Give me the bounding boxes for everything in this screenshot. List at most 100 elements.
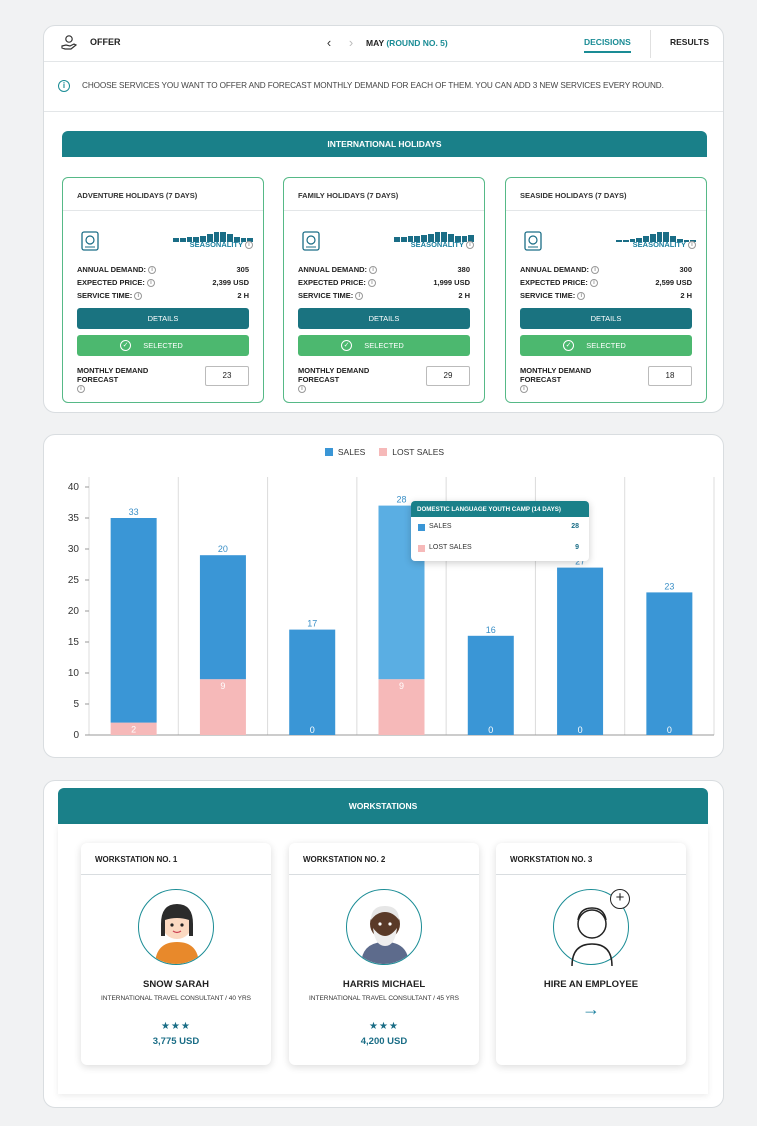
sales-value-label: 23 [664,581,674,591]
lost-sales-value-label: 0 [667,725,672,735]
check-icon: ✓ [563,340,574,351]
info-icon: i [245,241,253,250]
details-button[interactable]: DETAILS [77,308,249,329]
details-button[interactable]: DETAILS [520,308,692,329]
add-employee-icon[interactable]: + [610,889,630,909]
info-icon: i [298,385,306,394]
lost-sales-value-label: 9 [399,681,404,691]
hire-employee-label: HIRE AN EMPLOYEE [543,979,639,990]
workstation-title: WORKSTATION NO. 3 [496,843,686,875]
selected-button[interactable]: ✓ SELECTED [298,335,470,356]
service-card: SEASIDE HOLIDAYS (7 DAYS) SEASONALITY i A… [505,177,707,403]
tab-results[interactable]: RESULTS [670,37,709,47]
employee-rating: ★★★ [161,1021,191,1032]
y-tick-label: 35 [68,513,80,524]
check-icon: ✓ [341,340,352,351]
service-time-row: SERVICE TIME: i 2 H [298,291,470,301]
expected-price-row: EXPECTED PRICE: i 2,399 USD [77,278,249,288]
seasonality-label[interactable]: SEASONALITY i [411,240,474,250]
info-icon: i [146,279,155,288]
workstation-card[interactable]: WORKSTATION NO. 1 SNOW SARAH INTERNATION… [81,843,271,1065]
seasonality-label[interactable]: SEASONALITY i [190,240,253,250]
sales-bar [289,629,336,735]
service-card: ADVENTURE HOLIDAYS (7 DAYS) SEASONALITY i… [62,177,264,403]
y-tick-label: 5 [73,699,79,710]
tooltip-title: DOMESTIC LANGUAGE YOUTH CAMP (14 DAYS) [411,501,589,517]
forecast-input[interactable]: 29 [426,366,470,386]
tooltip-row-lost-sales: LOST SALES 9 [411,539,589,561]
service-title: FAMILY HOLIDAYS (7 DAYS) [284,178,484,211]
offer-panel: OFFER ‹ › MAY (ROUND NO. 5) DECISIONS RE… [43,25,724,413]
sales-value-label: 20 [218,544,228,554]
lost-sales-value-label: 0 [488,725,493,735]
service-time-row: SERVICE TIME: i 2 H [520,291,692,301]
sales-bar-chart: 0510152025303540332209170289160270230 [68,477,715,741]
info-icon: i [520,385,528,394]
selected-button[interactable]: ✓ SELECTED [77,335,249,356]
offer-hand-icon [61,35,78,50]
info-icon: i [577,292,586,301]
sales-bar [110,518,157,723]
tooltip-row-sales: SALES 28 [411,517,589,539]
employee-name: SNOW SARAH [143,979,209,990]
annual-demand-row: ANNUAL DEMAND: i 380 [298,265,470,275]
info-row: i CHOOSE SERVICES YOU WANT TO OFFER AND … [44,62,723,112]
service-card: FAMILY HOLIDAYS (7 DAYS) SEASONALITY i AN… [283,177,485,403]
next-month-chevron-icon[interactable]: › [344,35,358,50]
forecast-label: MONTHLY DEMAND FORECAST i [77,366,149,394]
prev-month-chevron-icon[interactable]: ‹ [322,35,336,50]
passport-icon [81,231,99,251]
sales-bar [199,555,246,680]
employee-rating: ★★★ [369,1021,399,1032]
workstation-card[interactable]: WORKSTATION NO. 2 HARRIS MICHAEL INTERNA… [289,843,479,1065]
passport-icon [524,231,542,251]
info-text: CHOOSE SERVICES YOU WANT TO OFFER AND FO… [82,81,664,90]
offer-header: OFFER ‹ › MAY (ROUND NO. 5) DECISIONS RE… [44,26,723,62]
info-icon: i [77,385,85,394]
info-icon: i [355,292,364,301]
lost-sales-value-label: 0 [310,725,315,735]
employee-salary: 4,200 USD [360,1036,408,1047]
employee-avatar [138,889,214,965]
service-time-row: SERVICE TIME: i 2 H [77,291,249,301]
employee-role: INTERNATIONAL TRAVEL CONSULTANT / 40 YRS [100,995,252,1002]
forecast-input[interactable]: 18 [648,366,692,386]
y-tick-label: 25 [68,575,80,586]
service-title: ADVENTURE HOLIDAYS (7 DAYS) [63,178,263,211]
y-tick-label: 15 [68,637,80,648]
info-icon: i [466,241,474,250]
y-tick-label: 40 [68,482,80,493]
workstations-panel: WORKSTATIONS WORKSTATION NO. 1 SNOW SARA… [43,780,724,1108]
y-tick-label: 30 [68,544,80,555]
tab-decisions[interactable]: DECISIONS [584,37,631,53]
employee-role: INTERNATIONAL TRAVEL CONSULTANT / 45 YRS [308,995,460,1002]
lost-sales-value-label: 0 [578,725,583,735]
sales-value-label: 17 [307,619,317,629]
expected-price-row: EXPECTED PRICE: i 2,599 USD [520,278,692,288]
current-month: MAY (ROUND NO. 5) [366,37,448,48]
sales-bar [646,592,693,735]
selected-button[interactable]: ✓ SELECTED [520,335,692,356]
workstation-card[interactable]: WORKSTATION NO. 3 + HIRE AN EMPLOYEE → [496,843,686,1065]
seasonality-label[interactable]: SEASONALITY i [633,240,696,250]
workstation-title: WORKSTATION NO. 1 [81,843,271,875]
month-nav: ‹ › MAY (ROUND NO. 5) [322,35,448,50]
info-icon: i [58,80,70,92]
chart-tooltip: DOMESTIC LANGUAGE YOUTH CAMP (14 DAYS) S… [411,501,589,561]
forecast-input[interactable]: 23 [205,366,249,386]
details-button[interactable]: DETAILS [298,308,470,329]
info-icon: i [591,266,600,275]
annual-demand-row: ANNUAL DEMAND: i 300 [520,265,692,275]
category-bar: INTERNATIONAL HOLIDAYS [62,131,707,157]
sales-bar [557,567,604,735]
sales-value-label: 28 [396,495,406,505]
arrow-right-icon[interactable]: → [496,999,686,1020]
annual-demand-row: ANNUAL DEMAND: i 305 [77,265,249,275]
workstation-title: WORKSTATION NO. 2 [289,843,479,875]
service-title: SEASIDE HOLIDAYS (7 DAYS) [506,178,706,211]
info-icon: i [148,266,157,275]
forecast-label: MONTHLY DEMAND FORECAST i [520,366,592,394]
info-icon: i [688,241,696,250]
employee-avatar [346,889,422,965]
lost-sales-value-label: 9 [220,681,225,691]
